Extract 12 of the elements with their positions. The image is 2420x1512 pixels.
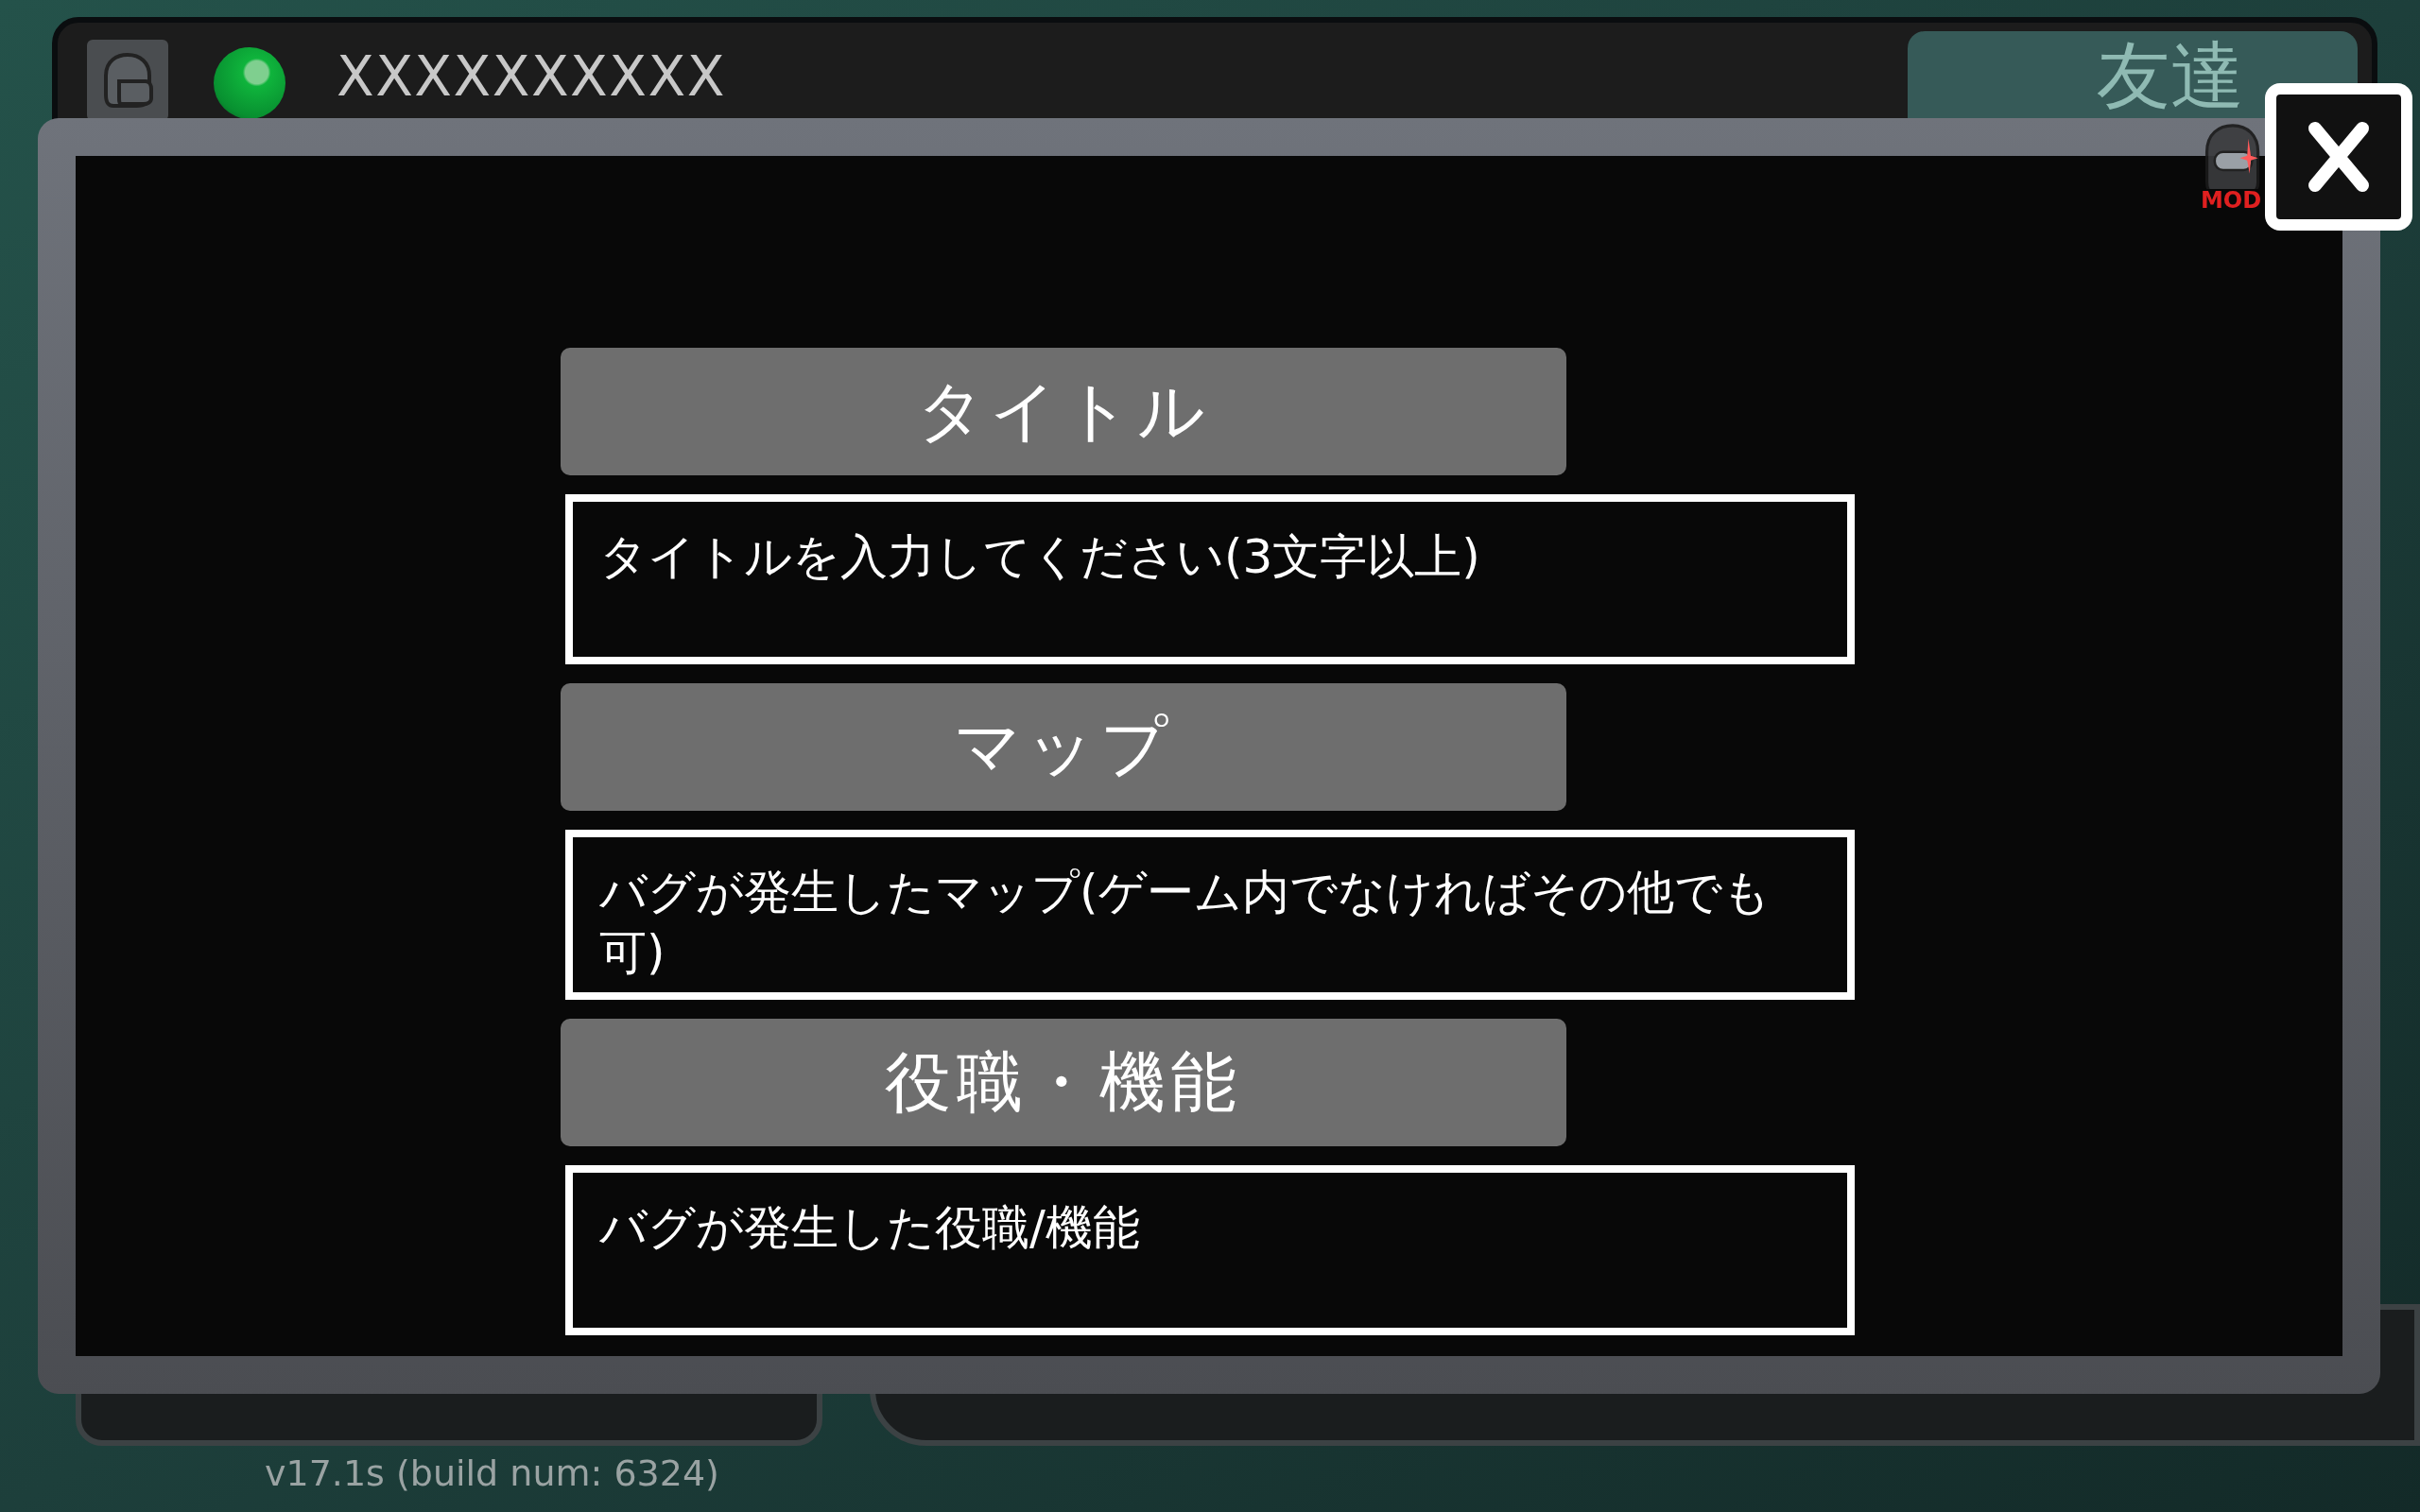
section-header: タイトル — [561, 348, 1566, 475]
version-text: v17.1s (build num: 6324) — [265, 1455, 719, 1491]
section-header: マップ — [561, 683, 1566, 811]
player-name: XXXXXXXXXX — [337, 49, 726, 104]
close-button[interactable] — [2265, 83, 2412, 231]
input-field[interactable]: バグが発生した役職/機能 — [565, 1165, 1855, 1335]
close-icon — [2306, 119, 2372, 195]
mod-label: MOD — [2200, 189, 2262, 212]
input-field[interactable]: タイトルを入力してください(3文字以上) — [565, 494, 1855, 664]
section-header: 役職・機能 — [561, 1019, 1566, 1146]
input-field[interactable]: バグが発生したマップ(ゲーム内でなければその他でも可) — [565, 830, 1855, 1000]
helmet-icon[interactable] — [87, 40, 168, 121]
